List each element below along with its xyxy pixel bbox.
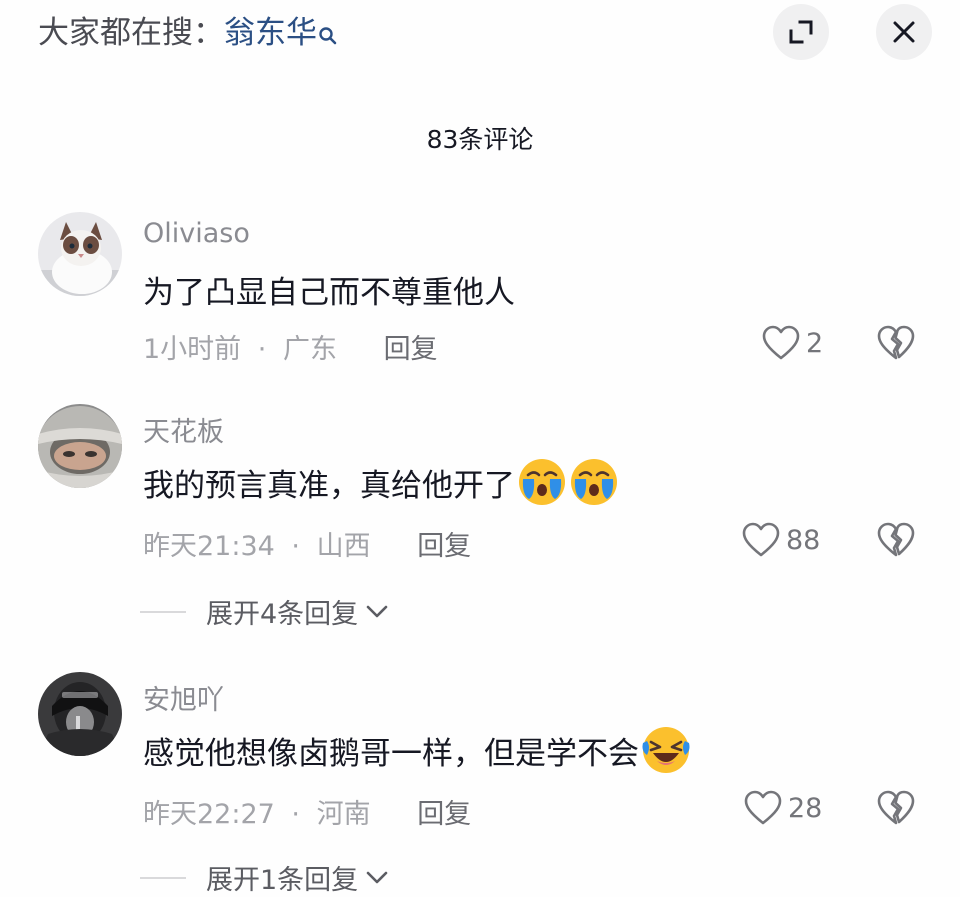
heart-outline-icon [744,790,782,825]
crying-emoji [519,459,565,505]
comment-location: 广东 [282,334,337,365]
close-icon [893,21,915,43]
expand-replies-button[interactable]: 展开1条回复 [140,858,388,897]
comment-count: 83条评论 [426,125,534,154]
broken-heart-icon [877,325,915,360]
top-bar: 大家都在搜：翁东华 [0,0,960,70]
comment-meta: 昨天21:34 · 山西 回复 [143,524,471,563]
expand-divider-line [140,610,186,613]
meta-separator: · [291,799,300,830]
chevron-down-icon [366,871,388,883]
comment-location: 河南 [316,799,371,830]
comment-text-content: 感觉他想像卤鹅哥一样，但是学不会 [143,735,639,772]
like-button[interactable]: 28 [744,790,822,826]
dislike-button[interactable] [877,522,915,562]
reply-button[interactable]: 回复 [384,334,438,365]
like-button[interactable]: 2 [762,325,823,361]
chevron-down-icon [366,605,388,617]
dark-avatar-image [38,672,122,756]
hot-search-keyword[interactable]: 翁东华 [224,15,317,51]
comment-meta: 昨天22:27 · 河南 回复 [143,792,471,831]
expand-button[interactable] [773,4,829,60]
cat-avatar-image [38,212,122,296]
comment-text: 我的预言真准，真给他开了 [143,457,619,507]
like-button[interactable]: 88 [742,522,820,558]
username[interactable]: 安旭吖 [143,678,224,717]
heart-outline-icon [762,325,800,360]
close-button[interactable] [876,4,932,60]
expand-replies-label: 展开1条回复 [206,865,359,896]
search-icon [318,15,338,44]
comment-text-content: 为了凸显自己而不尊重他人 [143,275,515,311]
like-count: 88 [786,524,821,556]
comment-meta: 1小时前 · 广东 回复 [143,327,438,366]
dislike-button[interactable] [877,325,915,365]
username[interactable]: Oliviaso [143,218,250,249]
avatar[interactable] [38,212,122,296]
avatar[interactable] [38,672,122,756]
dislike-button[interactable] [877,790,915,830]
reply-button[interactable]: 回复 [417,799,471,830]
meta-separator: · [291,531,300,562]
meta-separator: · [257,334,267,365]
comment-text: 为了凸显自己而不尊重他人 [143,267,515,312]
reply-button[interactable]: 回复 [417,531,471,562]
comment-time: 昨天21:34 [143,531,275,562]
expand-replies-button[interactable]: 展开4条回复 [140,592,388,631]
like-count: 28 [788,792,823,824]
expand-divider-line [140,876,186,879]
expand-icon [789,20,813,44]
heart-outline-icon [742,522,780,557]
broken-heart-icon [877,790,915,825]
comment-location: 山西 [316,531,371,562]
hot-search[interactable]: 大家都在搜：翁东华 [38,12,338,54]
broken-heart-icon [877,522,915,557]
avatar[interactable] [38,404,122,488]
comment-text: 感觉他想像卤鹅哥一样，但是学不会 [143,725,691,775]
like-count: 2 [806,327,824,359]
comment-time: 1小时前 [143,334,242,365]
laughing-crying-emoji [642,727,690,773]
comment-time: 昨天22:27 [143,799,275,830]
hot-search-prefix: 大家都在搜： [38,15,224,51]
username[interactable]: 天花板 [143,410,224,449]
expand-replies-label: 展开4条回复 [206,599,359,630]
crying-emoji [571,459,617,505]
comment-text-content: 我的预言真准，真给他开了 [143,467,515,504]
hooded-avatar-image [38,404,122,488]
